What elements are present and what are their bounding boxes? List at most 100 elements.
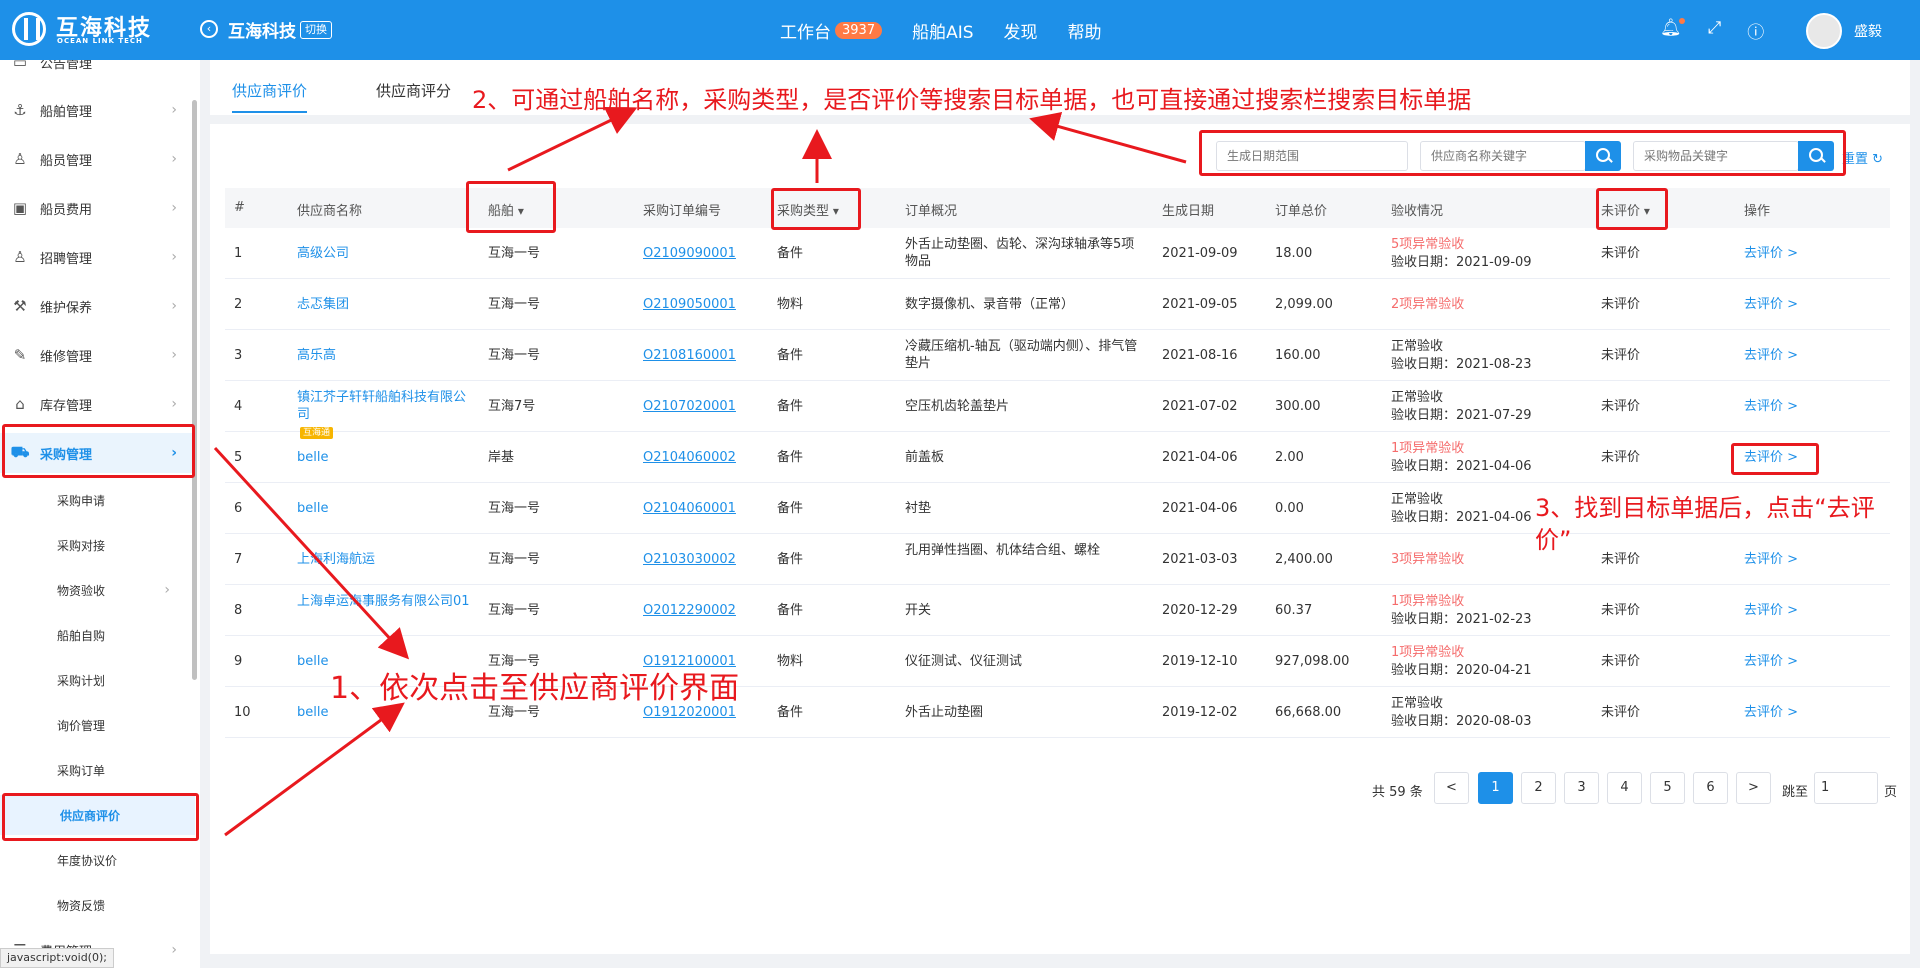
nav-discover[interactable]: 发现 bbox=[1004, 18, 1038, 43]
username[interactable]: 盛毅 bbox=[1854, 21, 1882, 41]
sidebar-scrollbar[interactable] bbox=[192, 100, 197, 680]
chevron-right-icon: › bbox=[171, 396, 177, 412]
col-ship-filter[interactable]: 船舶 bbox=[488, 200, 524, 219]
sidebar-sub-purchase-plan[interactable]: 采购计划 bbox=[0, 660, 195, 700]
acceptance-status: 正常验收 bbox=[1391, 696, 1444, 711]
sidebar-sub-material-feedback[interactable]: 物资反馈 bbox=[0, 885, 195, 925]
order-number-link[interactable]: O2104060002 bbox=[643, 449, 736, 466]
order-number-link[interactable]: O2107020001 bbox=[643, 398, 736, 415]
item-search-button[interactable] bbox=[1798, 141, 1834, 171]
go-evaluate-link[interactable]: 去评价 > bbox=[1744, 551, 1798, 568]
sidebar-item-repair[interactable]: ✎ 维修管理 › bbox=[0, 335, 195, 375]
sidebar-item-inventory[interactable]: ⌂ 库存管理 › bbox=[0, 384, 195, 424]
supplier-search-field[interactable] bbox=[1431, 142, 1575, 170]
supplier-link[interactable]: 高级公司 bbox=[297, 245, 477, 262]
help-icon[interactable]: ⓘ bbox=[1747, 18, 1764, 43]
supplier-link[interactable]: belle bbox=[297, 449, 477, 466]
created-date: 2021-04-06 bbox=[1162, 450, 1238, 465]
jump-page-input[interactable]: 1 bbox=[1814, 772, 1878, 804]
page-button[interactable]: 6 bbox=[1693, 772, 1728, 804]
logo-subtext: OCEAN LINK TECH bbox=[57, 37, 143, 45]
tab-supplier-score[interactable]: 供应商评分 bbox=[376, 80, 451, 111]
sidebar-item-crew-cost[interactable]: ▣ 船员费用 › bbox=[0, 188, 195, 228]
nav-help[interactable]: 帮助 bbox=[1068, 18, 1102, 43]
sidebar-item-crew[interactable]: ♙ 船员管理 › bbox=[0, 139, 195, 179]
sidebar-sub-annual-price[interactable]: 年度协议价 bbox=[0, 840, 195, 880]
supplier-link[interactable]: 忐忑集团 bbox=[297, 296, 477, 313]
item-search-input[interactable] bbox=[1633, 141, 1799, 171]
sidebar-item-purchase[interactable]: ⛟ 采购管理 › bbox=[0, 433, 195, 473]
col-date: 生成日期 bbox=[1162, 204, 1215, 219]
order-number-link[interactable]: O2109090001 bbox=[643, 245, 736, 262]
page-prev-button[interactable]: < bbox=[1434, 772, 1469, 804]
ship-name: 互海一号 bbox=[488, 552, 541, 567]
sidebar-sub-purchase-order[interactable]: 采购订单 bbox=[0, 750, 195, 790]
purchase-type: 备件 bbox=[777, 705, 804, 720]
reset-button[interactable]: 重置 ↻ bbox=[1842, 148, 1883, 167]
page-button[interactable]: 1 bbox=[1478, 772, 1513, 804]
col-purchase-type-filter[interactable]: 采购类型 bbox=[777, 200, 839, 219]
supplier-link[interactable]: belle bbox=[297, 500, 477, 517]
sidebar-sub-purchase-request[interactable]: 采购申请 bbox=[0, 480, 195, 520]
table-header: # 供应商名称 船舶 采购订单编号 采购类型 订单概况 生成日期 订单总价 验收… bbox=[225, 188, 1890, 228]
nav-workbench[interactable]: 工作台 3937 bbox=[780, 18, 883, 43]
supplier-link[interactable]: 上海卓运海事服务有限公司01 bbox=[297, 593, 477, 610]
tab-supplier-evaluation[interactable]: 供应商评价 bbox=[232, 80, 308, 113]
go-evaluate-link[interactable]: 去评价 > bbox=[1744, 602, 1798, 619]
switch-company-button[interactable]: 切换 bbox=[300, 21, 332, 39]
go-evaluate-link[interactable]: 去评价 > bbox=[1744, 653, 1798, 670]
bell-icon[interactable]: 🔔︎ bbox=[1660, 18, 1685, 43]
page-button[interactable]: 3 bbox=[1564, 772, 1599, 804]
sidebar-item-ship[interactable]: ⚓︎ 船舶管理 › bbox=[0, 90, 195, 130]
supplier-search-button[interactable] bbox=[1585, 141, 1621, 171]
header-icons: 🔔︎ ⤢ ⓘ bbox=[1660, 18, 1764, 43]
go-evaluate-link[interactable]: 去评价 > bbox=[1744, 398, 1798, 415]
sidebar-item-notice[interactable]: ▭ 公告管理 bbox=[0, 60, 195, 82]
cart-icon: ⛟ bbox=[10, 443, 30, 461]
item-search-field[interactable] bbox=[1644, 142, 1788, 170]
back-icon[interactable]: ‹ bbox=[200, 20, 218, 38]
col-evaluation-filter[interactable]: 未评价 bbox=[1601, 200, 1650, 219]
chevron-right-icon: › bbox=[171, 347, 177, 363]
acceptance-status: 1项异常验收 bbox=[1391, 645, 1465, 660]
go-evaluate-link[interactable]: 去评价 > bbox=[1744, 296, 1798, 313]
order-number-link[interactable]: O2104060001 bbox=[643, 500, 736, 517]
go-evaluate-link[interactable]: 去评价 > bbox=[1744, 704, 1798, 721]
nav-ship-ais[interactable]: 船舶AIS bbox=[912, 18, 973, 43]
order-number-link[interactable]: O2103030002 bbox=[643, 551, 736, 568]
page-button[interactable]: 5 bbox=[1650, 772, 1685, 804]
page-next-button[interactable]: > bbox=[1736, 772, 1771, 804]
row-index: 4 bbox=[234, 399, 243, 414]
avatar[interactable] bbox=[1806, 13, 1842, 49]
order-summary: 空压机齿轮盖垫片 bbox=[905, 399, 1010, 414]
logo[interactable]: 互海科技 OCEAN LINK TECH bbox=[12, 10, 172, 50]
supplier-link[interactable]: 上海利海航运 bbox=[297, 551, 477, 568]
fullscreen-icon[interactable]: ⤢ bbox=[1708, 18, 1722, 43]
order-summary: 数字摄像机、录音带（正常） bbox=[905, 297, 1075, 312]
sidebar-item-label: 船舶管理 bbox=[40, 104, 93, 120]
ship-name: 互海一号 bbox=[488, 603, 541, 618]
sidebar-sub-purchase-docking[interactable]: 采购对接 bbox=[0, 525, 195, 565]
sidebar-sub-inquiry[interactable]: 询价管理 bbox=[0, 705, 195, 745]
sidebar-item-maintenance[interactable]: ⚒︎ 维护保养 › bbox=[0, 286, 195, 326]
order-number-link[interactable]: O2012290002 bbox=[643, 602, 736, 619]
page-button[interactable]: 4 bbox=[1607, 772, 1642, 804]
sidebar-sub-ship-self-purchase[interactable]: 船舶自购 bbox=[0, 615, 195, 655]
supplier-link[interactable]: 高乐高 bbox=[297, 347, 477, 364]
sidebar-sub-material-acceptance[interactable]: 物资验收 › bbox=[0, 570, 195, 610]
col-summary: 订单概况 bbox=[905, 204, 958, 219]
hammer-icon: ⚒︎ bbox=[13, 297, 27, 315]
order-number-link[interactable]: O2108160001 bbox=[643, 347, 736, 364]
order-number-link[interactable]: O2109050001 bbox=[643, 296, 736, 313]
date-range-input[interactable] bbox=[1216, 141, 1408, 171]
go-evaluate-link[interactable]: 去评价 > bbox=[1744, 449, 1798, 466]
ship-name: 互海一号 bbox=[488, 297, 541, 312]
refresh-icon: ↻ bbox=[1872, 152, 1884, 167]
sidebar-sub-supplier-evaluation[interactable]: 供应商评价 bbox=[0, 795, 195, 835]
page-button[interactable]: 2 bbox=[1521, 772, 1556, 804]
date-range-field[interactable] bbox=[1227, 142, 1397, 170]
sidebar-item-recruit[interactable]: ♙ 招聘管理 › bbox=[0, 237, 195, 277]
go-evaluate-link[interactable]: 去评价 > bbox=[1744, 347, 1798, 364]
go-evaluate-link[interactable]: 去评价 > bbox=[1744, 245, 1798, 262]
supplier-search-input[interactable] bbox=[1420, 141, 1586, 171]
